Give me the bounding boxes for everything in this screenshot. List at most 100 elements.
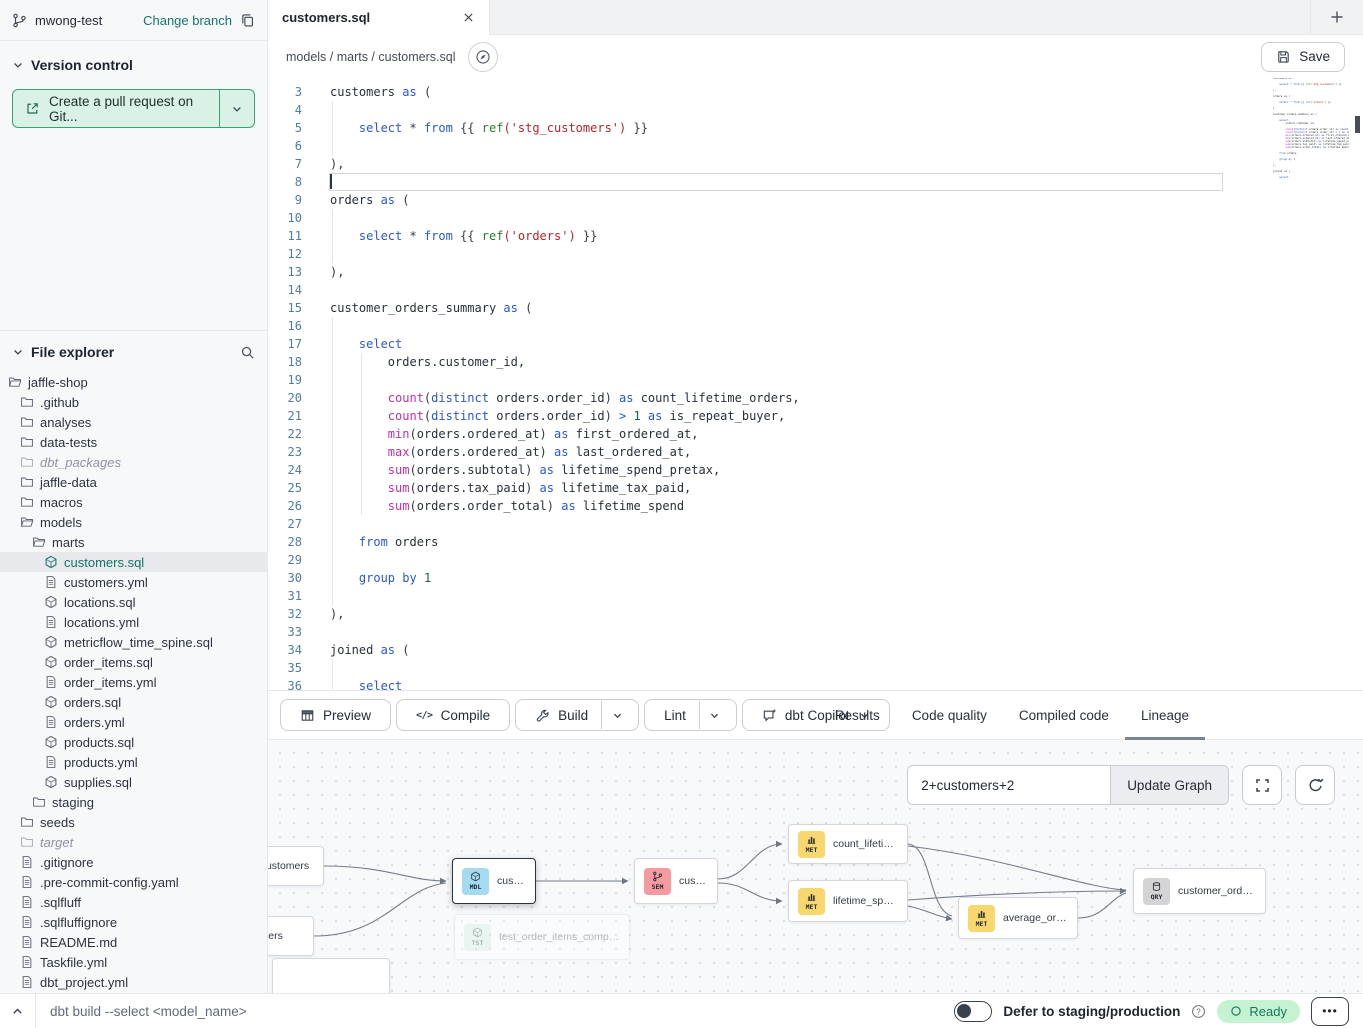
code-line-13[interactable]: 13), xyxy=(268,263,1363,281)
file-tree-item-locations-sql[interactable]: locations.sql xyxy=(0,592,267,612)
file-tree-item-products-sql[interactable]: products.sql xyxy=(0,732,267,752)
lineage-selector-input[interactable] xyxy=(908,766,1110,804)
code-line-8[interactable]: 8 xyxy=(268,173,1363,191)
file-tree-item-dbt-packages[interactable]: dbt_packages xyxy=(0,452,267,472)
lineage-node-customer_order_metrics[interactable]: QRYcustomer_order_metrics xyxy=(1133,868,1266,914)
code-line-12[interactable]: 12 xyxy=(268,245,1363,263)
lineage-node-partial-node[interactable] xyxy=(272,958,390,993)
code-line-14[interactable]: 14 xyxy=(268,281,1363,299)
code-line-20[interactable]: 20 count(distinct orders.order_id) as co… xyxy=(268,389,1363,407)
lineage-node-count_lifetime_orders[interactable]: METcount_lifetime_orders xyxy=(788,824,908,864)
file-tree-item-customers-sql[interactable]: customers.sql xyxy=(0,552,267,572)
code-line-19[interactable]: 19 xyxy=(268,371,1363,389)
code-line-16[interactable]: 16 xyxy=(268,317,1363,335)
tab-results[interactable]: Results xyxy=(819,690,896,740)
dbt-command-input[interactable]: dbt build --select <model_name> xyxy=(36,1004,247,1019)
file-tree-item-orders-yml[interactable]: orders.yml xyxy=(0,712,267,732)
file-tree-item-marts[interactable]: marts xyxy=(0,532,267,552)
file-tree-item--sqlfluff[interactable]: .sqlfluff xyxy=(0,892,267,912)
code-line-35[interactable]: 35 xyxy=(268,659,1363,677)
code-line-17[interactable]: 17 select xyxy=(268,335,1363,353)
file-tree-item-order-items-yml[interactable]: order_items.yml xyxy=(0,672,267,692)
version-control-header[interactable]: Version control xyxy=(0,41,267,81)
code-line-24[interactable]: 24 sum(orders.subtotal) as lifetime_spen… xyxy=(268,461,1363,479)
file-tree-item-readme-md[interactable]: README.md xyxy=(0,932,267,952)
code-line-27[interactable]: 27 xyxy=(268,515,1363,533)
file-tree-item--sqlfluffignore[interactable]: .sqlfluffignore xyxy=(0,912,267,932)
file-tree-item--github[interactable]: .github xyxy=(0,392,267,412)
more-options-button[interactable]: ••• xyxy=(1311,997,1349,1026)
file-tree-item-staging[interactable]: staging xyxy=(0,792,267,812)
create-pr-button[interactable]: Create a pull request on Git... xyxy=(12,89,255,128)
info-icon[interactable]: ? xyxy=(1191,1004,1206,1019)
build-button[interactable]: Build xyxy=(515,699,639,731)
code-line-6[interactable]: 6 xyxy=(268,137,1363,155)
code-line-18[interactable]: 18 orders.customer_id, xyxy=(268,353,1363,371)
code-line-26[interactable]: 26 sum(orders.order_total) as lifetime_s… xyxy=(268,497,1363,515)
file-tree-item-seeds[interactable]: seeds xyxy=(0,812,267,832)
code-line-28[interactable]: 28 from orders xyxy=(268,533,1363,551)
code-line-33[interactable]: 33 xyxy=(268,623,1363,641)
file-tree-item-metricflow-time-spine-sql[interactable]: metricflow_time_spine.sql xyxy=(0,632,267,652)
tab-customers-sql[interactable]: customers.sql xyxy=(268,0,490,35)
lineage-node-orders-staging[interactable]: orders xyxy=(268,916,314,956)
file-tree-item-products-yml[interactable]: products.yml xyxy=(0,752,267,772)
defer-toggle[interactable] xyxy=(954,1001,992,1022)
new-tab-plus-icon[interactable] xyxy=(1329,9,1345,25)
file-tree-item-models[interactable]: models xyxy=(0,512,267,532)
file-tree-item--pre-commit-config-yaml[interactable]: .pre-commit-config.yaml xyxy=(0,872,267,892)
code-line-29[interactable]: 29 xyxy=(268,551,1363,569)
lineage-node-average_order_value[interactable]: METaverage_order_value xyxy=(958,897,1078,939)
code-line-23[interactable]: 23 max(orders.ordered_at) as last_ordere… xyxy=(268,443,1363,461)
file-tree-item--gitignore[interactable]: .gitignore xyxy=(0,852,267,872)
copy-icon[interactable] xyxy=(240,13,255,28)
tab-lineage[interactable]: Lineage xyxy=(1125,690,1205,740)
code-line-11[interactable]: 11 select * from {{ ref('orders') }} xyxy=(268,227,1363,245)
file-tree-item-taskfile-yml[interactable]: Taskfile.yml xyxy=(0,952,267,972)
code-line-25[interactable]: 25 sum(orders.tax_paid) as lifetime_tax_… xyxy=(268,479,1363,497)
editor-scrollbar-thumb[interactable] xyxy=(1355,116,1360,133)
lineage-node-lifetime_spend_pretax[interactable]: METlifetime_spend_pretax xyxy=(788,880,908,922)
compass-icon-button[interactable] xyxy=(468,42,498,72)
code-line-3[interactable]: 3customers as ( xyxy=(268,83,1363,101)
file-explorer-header[interactable]: File explorer xyxy=(0,331,267,366)
file-tree-item-supplies-sql[interactable]: supplies.sql xyxy=(0,772,267,792)
code-line-7[interactable]: 7), xyxy=(268,155,1363,173)
code-line-34[interactable]: 34joined as ( xyxy=(268,641,1363,659)
code-line-36[interactable]: 36 select xyxy=(268,677,1363,690)
code-line-22[interactable]: 22 min(orders.ordered_at) as first_order… xyxy=(268,425,1363,443)
code-editor[interactable]: 2with3customers as (45 select * from {{ … xyxy=(268,78,1363,690)
file-tree-item-order-items-sql[interactable]: order_items.sql xyxy=(0,652,267,672)
build-dropdown-chevron[interactable] xyxy=(601,701,632,729)
refresh-button[interactable] xyxy=(1295,765,1335,805)
tab-code-quality[interactable]: Code quality xyxy=(896,690,1003,740)
fullscreen-button[interactable] xyxy=(1242,765,1282,805)
code-line-32[interactable]: 32), xyxy=(268,605,1363,623)
lint-button[interactable]: Lint xyxy=(644,699,737,731)
compile-button[interactable]: </> Compile xyxy=(396,699,510,731)
file-tree-item-orders-sql[interactable]: orders.sql xyxy=(0,692,267,712)
lineage-node-customers-semantic[interactable]: SEMcustomers xyxy=(634,858,718,904)
search-icon[interactable] xyxy=(240,345,255,360)
tab-compiled-code[interactable]: Compiled code xyxy=(1003,690,1125,740)
code-line-15[interactable]: 15customer_orders_summary as ( xyxy=(268,299,1363,317)
file-tree-item-analyses[interactable]: analyses xyxy=(0,412,267,432)
save-button[interactable]: Save xyxy=(1261,42,1345,72)
lineage-panel[interactable]: Update Graph stg_customersorders MDLcusto… xyxy=(268,740,1363,993)
file-tree-item-jaffle-shop[interactable]: jaffle-shop xyxy=(0,372,267,392)
pr-dropdown-chevron[interactable] xyxy=(219,90,254,127)
lineage-node-customers-model[interactable]: MDLcustomers xyxy=(452,858,536,904)
code-line-9[interactable]: 9orders as ( xyxy=(268,191,1363,209)
file-tree-item-dbt-project-yml[interactable]: dbt_project.yml xyxy=(0,972,267,992)
file-tree-item-macros[interactable]: macros xyxy=(0,492,267,512)
file-tree-item-jaffle-data[interactable]: jaffle-data xyxy=(0,472,267,492)
close-tab-icon[interactable] xyxy=(462,11,475,24)
file-tree-item-customers-yml[interactable]: customers.yml xyxy=(0,572,267,592)
lineage-node-stg_customers[interactable]: stg_customers xyxy=(268,846,324,886)
code-line-4[interactable]: 4 xyxy=(268,101,1363,119)
file-tree-item-target[interactable]: target xyxy=(0,832,267,852)
collapse-chevron-up-icon[interactable] xyxy=(0,1005,35,1018)
minimap[interactable]: 2with3customers as (45 select * from {{ … xyxy=(1269,78,1349,196)
code-line-30[interactable]: 30 group by 1 xyxy=(268,569,1363,587)
update-graph-button[interactable]: Update Graph xyxy=(1110,766,1228,804)
